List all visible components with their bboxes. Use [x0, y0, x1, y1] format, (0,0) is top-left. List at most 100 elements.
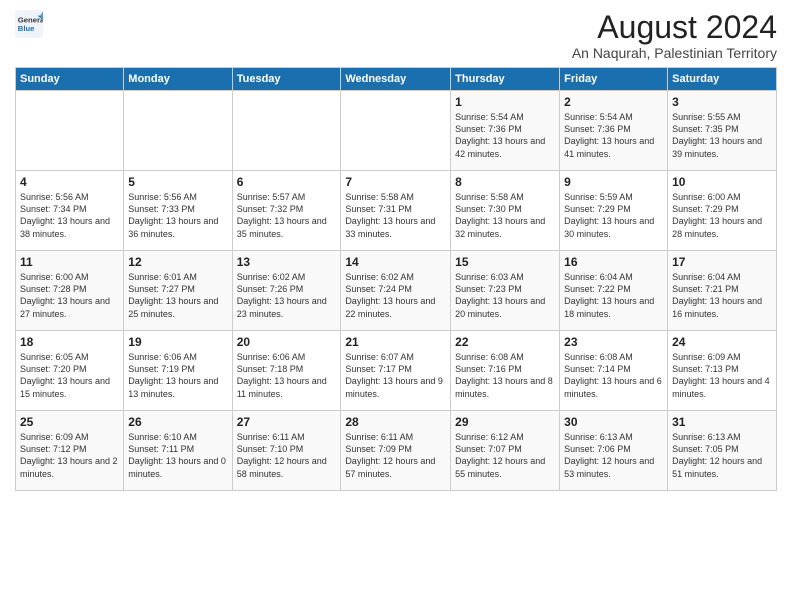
- day-detail: Sunrise: 6:06 AM Sunset: 7:19 PM Dayligh…: [128, 351, 227, 400]
- day-detail: Sunrise: 6:07 AM Sunset: 7:17 PM Dayligh…: [345, 351, 446, 400]
- day-cell-0-1: [124, 91, 232, 171]
- day-number: 9: [564, 175, 663, 189]
- day-cell-4-1: 26 Sunrise: 6:10 AM Sunset: 7:11 PM Dayli…: [124, 411, 232, 491]
- day-cell-3-2: 20Sunrise: 6:06 AM Sunset: 7:18 PM Dayli…: [232, 331, 341, 411]
- calendar-body: 1 Sunrise: 5:54 AM Sunset: 7:36 PM Daylig…: [16, 91, 777, 491]
- day-detail: Sunrise: 6:02 AM Sunset: 7:24 PM Dayligh…: [345, 271, 446, 320]
- week-row-1: 1 Sunrise: 5:54 AM Sunset: 7:36 PM Daylig…: [16, 91, 777, 171]
- day-detail: Sunrise: 5:54 AM Sunset: 7:36 PM Dayligh…: [455, 111, 555, 160]
- day-cell-2-1: 12 Sunrise: 6:01 AM Sunset: 7:27 PM Dayli…: [124, 251, 232, 331]
- day-detail: Sunrise: 5:58 AM Sunset: 7:30 PM Dayligh…: [455, 191, 555, 240]
- day-cell-4-0: 25Sunrise: 6:09 AM Sunset: 7:12 PM Dayli…: [16, 411, 124, 491]
- svg-text:Blue: Blue: [18, 24, 35, 33]
- day-number: 27: [237, 415, 337, 429]
- day-cell-4-2: 27 Sunrise: 6:11 AM Sunset: 7:10 PM Dayli…: [232, 411, 341, 491]
- day-detail: Sunrise: 6:05 AM Sunset: 7:20 PM Dayligh…: [20, 351, 119, 400]
- logo: General Blue: [15, 10, 43, 38]
- header-thursday: Thursday: [451, 68, 560, 91]
- day-cell-4-3: 28 Sunrise: 6:11 AM Sunset: 7:09 PM Dayli…: [341, 411, 451, 491]
- day-detail: Sunrise: 6:12 AM Sunset: 7:07 PM Dayligh…: [455, 431, 555, 480]
- day-cell-0-6: 3 Sunrise: 5:55 AM Sunset: 7:35 PM Daylig…: [668, 91, 777, 171]
- day-number: 28: [345, 415, 446, 429]
- day-cell-0-0: [16, 91, 124, 171]
- day-number: 3: [672, 95, 772, 109]
- day-cell-0-4: 1 Sunrise: 5:54 AM Sunset: 7:36 PM Daylig…: [451, 91, 560, 171]
- day-number: 19: [128, 335, 227, 349]
- week-row-3: 11Sunrise: 6:00 AM Sunset: 7:28 PM Dayli…: [16, 251, 777, 331]
- day-number: 1: [455, 95, 555, 109]
- day-number: 16: [564, 255, 663, 269]
- title-section: August 2024 An Naqurah, Palestinian Terr…: [572, 10, 777, 61]
- day-cell-3-4: 22 Sunrise: 6:08 AM Sunset: 7:16 PM Dayli…: [451, 331, 560, 411]
- day-cell-1-2: 6 Sunrise: 5:57 AM Sunset: 7:32 PM Daylig…: [232, 171, 341, 251]
- day-detail: Sunrise: 5:55 AM Sunset: 7:35 PM Dayligh…: [672, 111, 772, 160]
- day-number: 31: [672, 415, 772, 429]
- week-row-2: 4Sunrise: 5:56 AM Sunset: 7:34 PM Daylig…: [16, 171, 777, 251]
- day-number: 12: [128, 255, 227, 269]
- header: General Blue August 2024 An Naqurah, Pal…: [15, 10, 777, 61]
- day-cell-2-2: 13 Sunrise: 6:02 AM Sunset: 7:26 PM Dayli…: [232, 251, 341, 331]
- day-cell-1-0: 4Sunrise: 5:56 AM Sunset: 7:34 PM Daylig…: [16, 171, 124, 251]
- header-saturday: Saturday: [668, 68, 777, 91]
- day-detail: Sunrise: 5:57 AM Sunset: 7:32 PM Dayligh…: [237, 191, 337, 240]
- day-cell-3-1: 19 Sunrise: 6:06 AM Sunset: 7:19 PM Dayli…: [124, 331, 232, 411]
- header-monday: Monday: [124, 68, 232, 91]
- day-detail: Sunrise: 6:11 AM Sunset: 7:09 PM Dayligh…: [345, 431, 446, 480]
- logo-icon: General Blue: [15, 10, 43, 38]
- day-detail: Sunrise: 6:01 AM Sunset: 7:27 PM Dayligh…: [128, 271, 227, 320]
- header-tuesday: Tuesday: [232, 68, 341, 91]
- day-cell-0-5: 2Sunrise: 5:54 AM Sunset: 7:36 PM Daylig…: [560, 91, 668, 171]
- day-detail: Sunrise: 6:02 AM Sunset: 7:26 PM Dayligh…: [237, 271, 337, 320]
- day-number: 6: [237, 175, 337, 189]
- day-number: 30: [564, 415, 663, 429]
- day-detail: Sunrise: 6:03 AM Sunset: 7:23 PM Dayligh…: [455, 271, 555, 320]
- day-cell-3-0: 18 Sunrise: 6:05 AM Sunset: 7:20 PM Dayli…: [16, 331, 124, 411]
- day-detail: Sunrise: 5:54 AM Sunset: 7:36 PM Dayligh…: [564, 111, 663, 160]
- day-detail: Sunrise: 6:11 AM Sunset: 7:10 PM Dayligh…: [237, 431, 337, 480]
- page: General Blue August 2024 An Naqurah, Pal…: [0, 0, 792, 501]
- week-row-4: 18 Sunrise: 6:05 AM Sunset: 7:20 PM Dayli…: [16, 331, 777, 411]
- header-sunday: Sunday: [16, 68, 124, 91]
- day-detail: Sunrise: 5:59 AM Sunset: 7:29 PM Dayligh…: [564, 191, 663, 240]
- day-number: 11: [20, 255, 119, 269]
- day-number: 17: [672, 255, 772, 269]
- day-detail: Sunrise: 6:13 AM Sunset: 7:06 PM Dayligh…: [564, 431, 663, 480]
- day-number: 14: [345, 255, 446, 269]
- day-detail: Sunrise: 5:56 AM Sunset: 7:33 PM Dayligh…: [128, 191, 227, 240]
- day-detail: Sunrise: 6:04 AM Sunset: 7:22 PM Dayligh…: [564, 271, 663, 320]
- day-number: 26: [128, 415, 227, 429]
- day-number: 5: [128, 175, 227, 189]
- day-cell-2-6: 17 Sunrise: 6:04 AM Sunset: 7:21 PM Dayli…: [668, 251, 777, 331]
- day-cell-3-5: 23Sunrise: 6:08 AM Sunset: 7:14 PM Dayli…: [560, 331, 668, 411]
- day-number: 10: [672, 175, 772, 189]
- day-detail: Sunrise: 6:08 AM Sunset: 7:16 PM Dayligh…: [455, 351, 555, 400]
- day-number: 8: [455, 175, 555, 189]
- day-number: 29: [455, 415, 555, 429]
- calendar-table: Sunday Monday Tuesday Wednesday Thursday…: [15, 67, 777, 491]
- day-cell-3-3: 21 Sunrise: 6:07 AM Sunset: 7:17 PM Dayli…: [341, 331, 451, 411]
- day-detail: Sunrise: 6:09 AM Sunset: 7:13 PM Dayligh…: [672, 351, 772, 400]
- main-title: August 2024: [572, 10, 777, 45]
- day-number: 23: [564, 335, 663, 349]
- day-cell-2-3: 14 Sunrise: 6:02 AM Sunset: 7:24 PM Dayli…: [341, 251, 451, 331]
- day-cell-1-5: 9 Sunrise: 5:59 AM Sunset: 7:29 PM Daylig…: [560, 171, 668, 251]
- day-detail: Sunrise: 5:58 AM Sunset: 7:31 PM Dayligh…: [345, 191, 446, 240]
- day-number: 18: [20, 335, 119, 349]
- day-cell-4-5: 30 Sunrise: 6:13 AM Sunset: 7:06 PM Dayli…: [560, 411, 668, 491]
- day-number: 21: [345, 335, 446, 349]
- day-detail: Sunrise: 6:00 AM Sunset: 7:29 PM Dayligh…: [672, 191, 772, 240]
- day-cell-1-1: 5 Sunrise: 5:56 AM Sunset: 7:33 PM Daylig…: [124, 171, 232, 251]
- day-number: 25: [20, 415, 119, 429]
- subtitle: An Naqurah, Palestinian Territory: [572, 45, 777, 61]
- day-detail: Sunrise: 6:13 AM Sunset: 7:05 PM Dayligh…: [672, 431, 772, 480]
- day-detail: Sunrise: 6:06 AM Sunset: 7:18 PM Dayligh…: [237, 351, 337, 400]
- day-number: 22: [455, 335, 555, 349]
- day-cell-2-0: 11Sunrise: 6:00 AM Sunset: 7:28 PM Dayli…: [16, 251, 124, 331]
- day-cell-0-3: [341, 91, 451, 171]
- day-cell-1-6: 10 Sunrise: 6:00 AM Sunset: 7:29 PM Dayli…: [668, 171, 777, 251]
- day-number: 15: [455, 255, 555, 269]
- day-number: 4: [20, 175, 119, 189]
- day-number: 13: [237, 255, 337, 269]
- day-detail: Sunrise: 6:10 AM Sunset: 7:11 PM Dayligh…: [128, 431, 227, 480]
- day-detail: Sunrise: 6:04 AM Sunset: 7:21 PM Dayligh…: [672, 271, 772, 320]
